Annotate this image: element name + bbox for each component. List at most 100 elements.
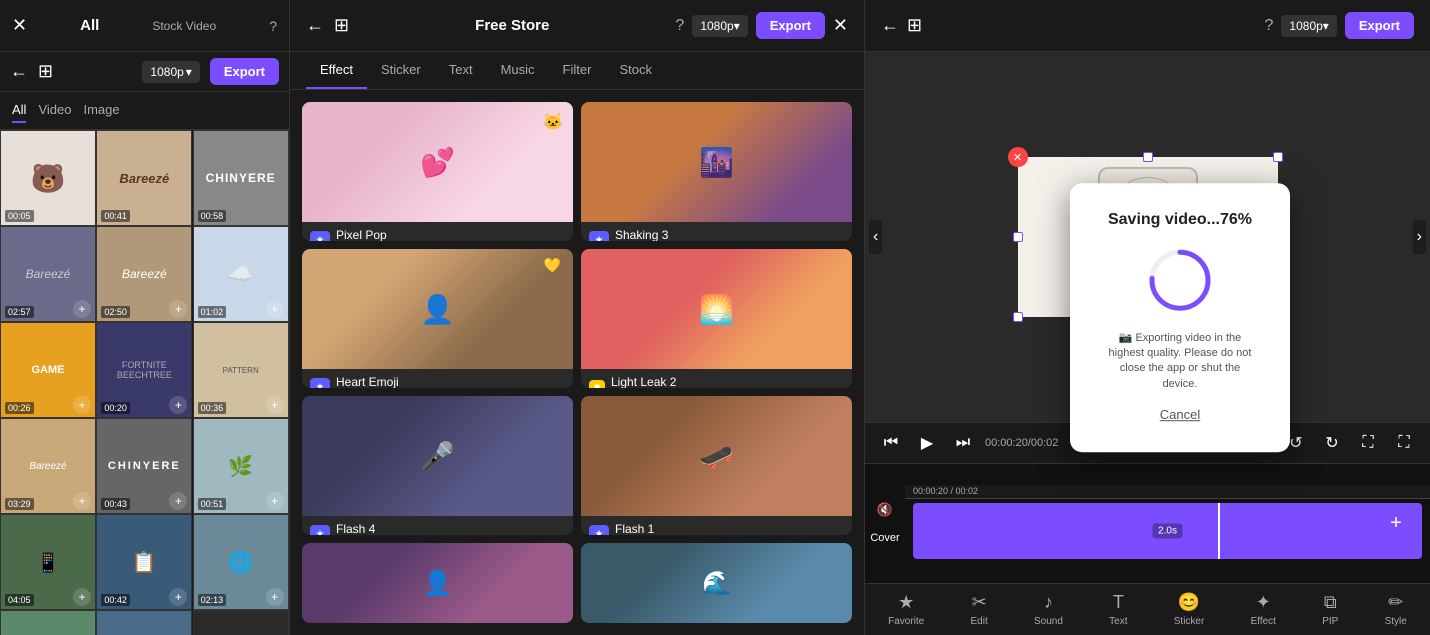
fit-button[interactable]: ⛶ xyxy=(1354,429,1382,457)
close-panel-icon[interactable]: ✕ xyxy=(12,15,27,36)
toolbar-item-sticker[interactable]: 😊 Sticker xyxy=(1174,592,1205,627)
store-item-name: Light Leak 2 xyxy=(611,375,676,388)
store-title: Free Store xyxy=(475,17,549,34)
export-button[interactable]: Export xyxy=(210,58,279,85)
store-item-light-leak-2[interactable]: 🌅 ■ Light Leak 2 Effect xyxy=(581,249,852,388)
resize-handle-tr[interactable] xyxy=(1273,152,1283,162)
help-icon[interactable]: ? xyxy=(269,18,277,34)
timeline-track[interactable]: 2.0s xyxy=(913,503,1422,559)
list-item[interactable]: GAME 00:26 + xyxy=(0,322,96,418)
play-pause-button[interactable]: ▶ xyxy=(913,429,941,457)
tab-video[interactable]: Video xyxy=(38,98,71,123)
right-export-button[interactable]: Export xyxy=(1345,12,1414,39)
list-item[interactable] xyxy=(193,610,289,635)
toolbar-item-effect[interactable]: ✦ Effect xyxy=(1251,592,1276,627)
store-item-icon: ★ xyxy=(310,525,330,536)
bottom-toolbar: ★ Favorite ✂ Edit ♪ Sound T Text 😊 Stick… xyxy=(865,583,1430,635)
right-help-icon[interactable]: ? xyxy=(1265,17,1274,35)
tab-music[interactable]: Music xyxy=(487,52,549,89)
playhead[interactable] xyxy=(1218,503,1220,559)
grid-icon[interactable]: ⊞ xyxy=(334,15,349,36)
list-item[interactable]: 🌿 00:51 + xyxy=(193,418,289,514)
store-export-btn[interactable]: Export xyxy=(756,12,825,39)
store-item-flash-4[interactable]: 🎤 ★ Flash 4 Effect xyxy=(302,396,573,535)
back-button[interactable]: ← xyxy=(10,61,28,82)
store-close-button[interactable]: ✕ xyxy=(833,15,848,36)
store-help-icon[interactable]: ? xyxy=(675,17,684,35)
right-grid-icon[interactable]: ⊞ xyxy=(907,15,922,36)
cancel-save-button[interactable]: Cancel xyxy=(1160,407,1200,422)
tab-text[interactable]: Text xyxy=(435,52,487,89)
preview-nav-right[interactable]: › xyxy=(1413,220,1426,254)
tab-sticker[interactable]: Sticker xyxy=(367,52,435,89)
store-item-extra-1[interactable]: 👤 xyxy=(302,543,573,623)
list-item[interactable]: CHINYERE 00:43 + xyxy=(96,418,192,514)
list-item[interactable]: ☁️ 01:02 + xyxy=(193,226,289,322)
toolbar-item-favorite[interactable]: ★ Favorite xyxy=(888,592,924,627)
toolbar-item-sound[interactable]: ♪ Sound xyxy=(1034,592,1063,627)
toolbar-item-pip[interactable]: ⧉ PIP xyxy=(1322,592,1338,627)
store-item-pixel-pop[interactable]: 💕 🐱 ★ Pixel Pop Effect xyxy=(302,102,573,241)
timeline-volume-btn[interactable]: 🔇 xyxy=(871,496,899,524)
left-panel-subtitle: Stock Video xyxy=(152,19,216,33)
tab-all[interactable]: All xyxy=(12,98,26,123)
store-item-icon: ★ xyxy=(589,525,609,536)
canvas-close-button[interactable]: ✕ xyxy=(1008,147,1028,167)
free-store-panel: ← ⊞ Free Store ? 1080p▾ Export ✕ Effect … xyxy=(290,0,865,635)
store-resolution[interactable]: 1080p▾ xyxy=(692,15,747,37)
right-back-button[interactable]: ← xyxy=(881,15,899,36)
saving-description: 📷 Exporting video in the highest quality… xyxy=(1102,331,1258,393)
list-item[interactable]: PATTERN 00:36 + xyxy=(193,322,289,418)
resize-handle-ml[interactable] xyxy=(1013,232,1023,242)
right-panel-header: ← ⊞ ? 1080p▾ Export xyxy=(865,0,1430,52)
fullscreen-button[interactable]: ⛶ xyxy=(1390,429,1418,457)
list-item[interactable]: Bareezé 02:50 + xyxy=(96,226,192,322)
list-item[interactable]: 📱 04:05 + xyxy=(0,514,96,610)
list-item[interactable]: 📱 05:27 + xyxy=(0,610,96,635)
list-item[interactable]: 🌐 02:13 + xyxy=(193,514,289,610)
list-item[interactable]: 📋 00:42 + xyxy=(96,514,192,610)
pip-icon: ⧉ xyxy=(1324,592,1337,613)
skip-end-button[interactable]: ⏭ xyxy=(949,429,977,457)
toolbar-item-text[interactable]: T Text xyxy=(1109,592,1127,627)
text-icon: T xyxy=(1113,592,1124,613)
toolbar-label-text: Text xyxy=(1109,616,1127,627)
skip-start-button[interactable]: ⏮ xyxy=(877,429,905,457)
toolbar-label-style: Style xyxy=(1385,616,1407,627)
list-item[interactable]: 🖥️ 04:14 + xyxy=(96,610,192,635)
list-item[interactable]: CHINYERE 00:58 xyxy=(193,130,289,226)
store-item-heart-emoji[interactable]: 👤 💛 ★ Heart Emoji Effect xyxy=(302,249,573,388)
toolbar-item-style[interactable]: ✏ Style xyxy=(1385,592,1407,627)
store-item-icon: ★ xyxy=(589,231,609,242)
preview-nav-left[interactable]: ‹ xyxy=(869,220,882,254)
right-resolution[interactable]: 1080p▾ xyxy=(1281,15,1336,37)
store-item-extra-2[interactable]: 🌊 xyxy=(581,543,852,623)
redo-button[interactable]: ↻ xyxy=(1318,429,1346,457)
tab-stock[interactable]: Stock xyxy=(605,52,666,89)
store-item-flash-1[interactable]: 🛹 ★ Flash 1 Effect xyxy=(581,396,852,535)
resolution-selector[interactable]: 1080p▾ xyxy=(142,61,199,83)
list-item[interactable]: Bareezé 03:29 + xyxy=(0,418,96,514)
grid-view-icon[interactable]: ⊞ xyxy=(38,61,53,82)
add-clip-button[interactable]: + xyxy=(1378,506,1414,542)
toolbar-item-edit[interactable]: ✂ Edit xyxy=(971,592,988,627)
store-item-icon: ■ xyxy=(589,380,605,389)
tab-image[interactable]: Image xyxy=(83,98,119,123)
store-item-name: Pixel Pop xyxy=(336,228,387,241)
list-item[interactable]: FORTNITE BEECHTREE 00:20 + xyxy=(96,322,192,418)
store-tabs: Effect Sticker Text Music Filter Stock xyxy=(290,52,864,90)
resize-handle-tc[interactable] xyxy=(1143,152,1153,162)
store-item-shaking-3[interactable]: 🌆 ★ Shaking 3 Effect xyxy=(581,102,852,241)
resize-handle-bl[interactable] xyxy=(1013,312,1023,322)
list-item[interactable]: Bareezé 02:57 + xyxy=(0,226,96,322)
tab-filter[interactable]: Filter xyxy=(549,52,606,89)
store-nav-controls: ← ⊞ xyxy=(306,15,349,36)
tab-effect[interactable]: Effect xyxy=(306,52,367,89)
store-item-thumb: 🌆 xyxy=(581,102,852,222)
timeline-cover-btn[interactable]: Cover xyxy=(871,524,899,552)
store-item-name: Flash 4 xyxy=(336,522,375,535)
list-item[interactable]: 🐻 00:05 xyxy=(0,130,96,226)
store-back-button[interactable]: ← xyxy=(306,15,324,36)
store-item-thumb: 💕 🐱 xyxy=(302,102,573,222)
list-item[interactable]: Bareezé 00:41 xyxy=(96,130,192,226)
